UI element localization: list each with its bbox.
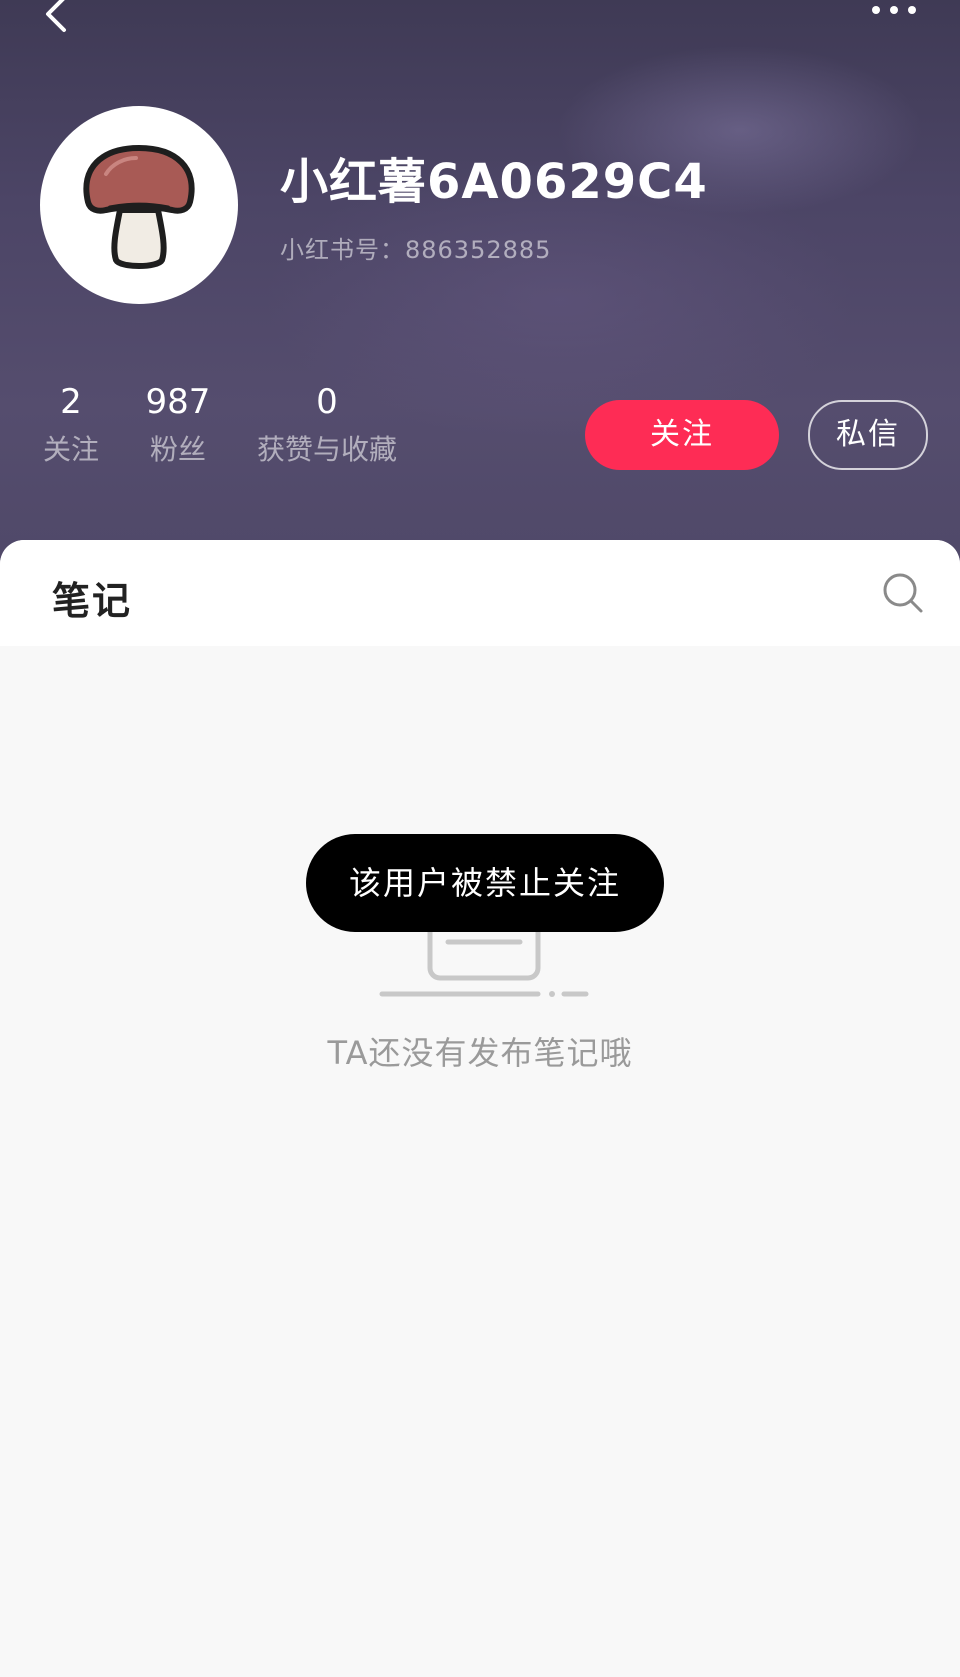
- empty-state-text: TA还没有发布笔记哦: [327, 1034, 633, 1072]
- profile-header: 小红薯6A0629C4 小红书号：886352885 2 关注 987 粉丝 0…: [0, 0, 960, 580]
- username: 小红薯6A0629C4: [280, 154, 708, 210]
- fans-count: 987: [145, 382, 211, 422]
- likes-count: 0: [316, 382, 338, 422]
- tab-bar: 笔记: [0, 540, 960, 646]
- following-count: 2: [60, 382, 82, 422]
- back-button[interactable]: [38, 0, 82, 38]
- following-label: 关注: [42, 433, 99, 466]
- fans-stat[interactable]: 987 粉丝: [142, 380, 214, 472]
- message-button[interactable]: 私信: [808, 400, 928, 470]
- toast-message: 该用户被禁止关注: [306, 834, 664, 932]
- search-icon: [883, 573, 923, 613]
- user-id: 小红书号：886352885: [280, 236, 552, 264]
- chevron-left-icon: [46, 0, 66, 32]
- fans-label: 粉丝: [149, 433, 206, 466]
- profile-page: 小红薯6A0629C4 小红书号：886352885 2 关注 987 粉丝 0…: [0, 0, 960, 1677]
- follow-button[interactable]: 关注: [585, 400, 779, 470]
- more-dots-icon: [872, 6, 916, 14]
- more-button[interactable]: [862, 0, 926, 28]
- search-button[interactable]: [880, 570, 926, 616]
- tab-notes[interactable]: 笔记: [52, 570, 132, 625]
- following-stat[interactable]: 2 关注: [36, 380, 106, 472]
- mushroom-icon: [83, 145, 195, 269]
- avatar[interactable]: [40, 106, 238, 304]
- likes-label: 获赞与收藏: [256, 433, 397, 466]
- likes-stat[interactable]: 0 获赞与收藏: [250, 380, 404, 472]
- content-panel: 笔记 TA还没有发布笔记哦: [0, 540, 960, 1677]
